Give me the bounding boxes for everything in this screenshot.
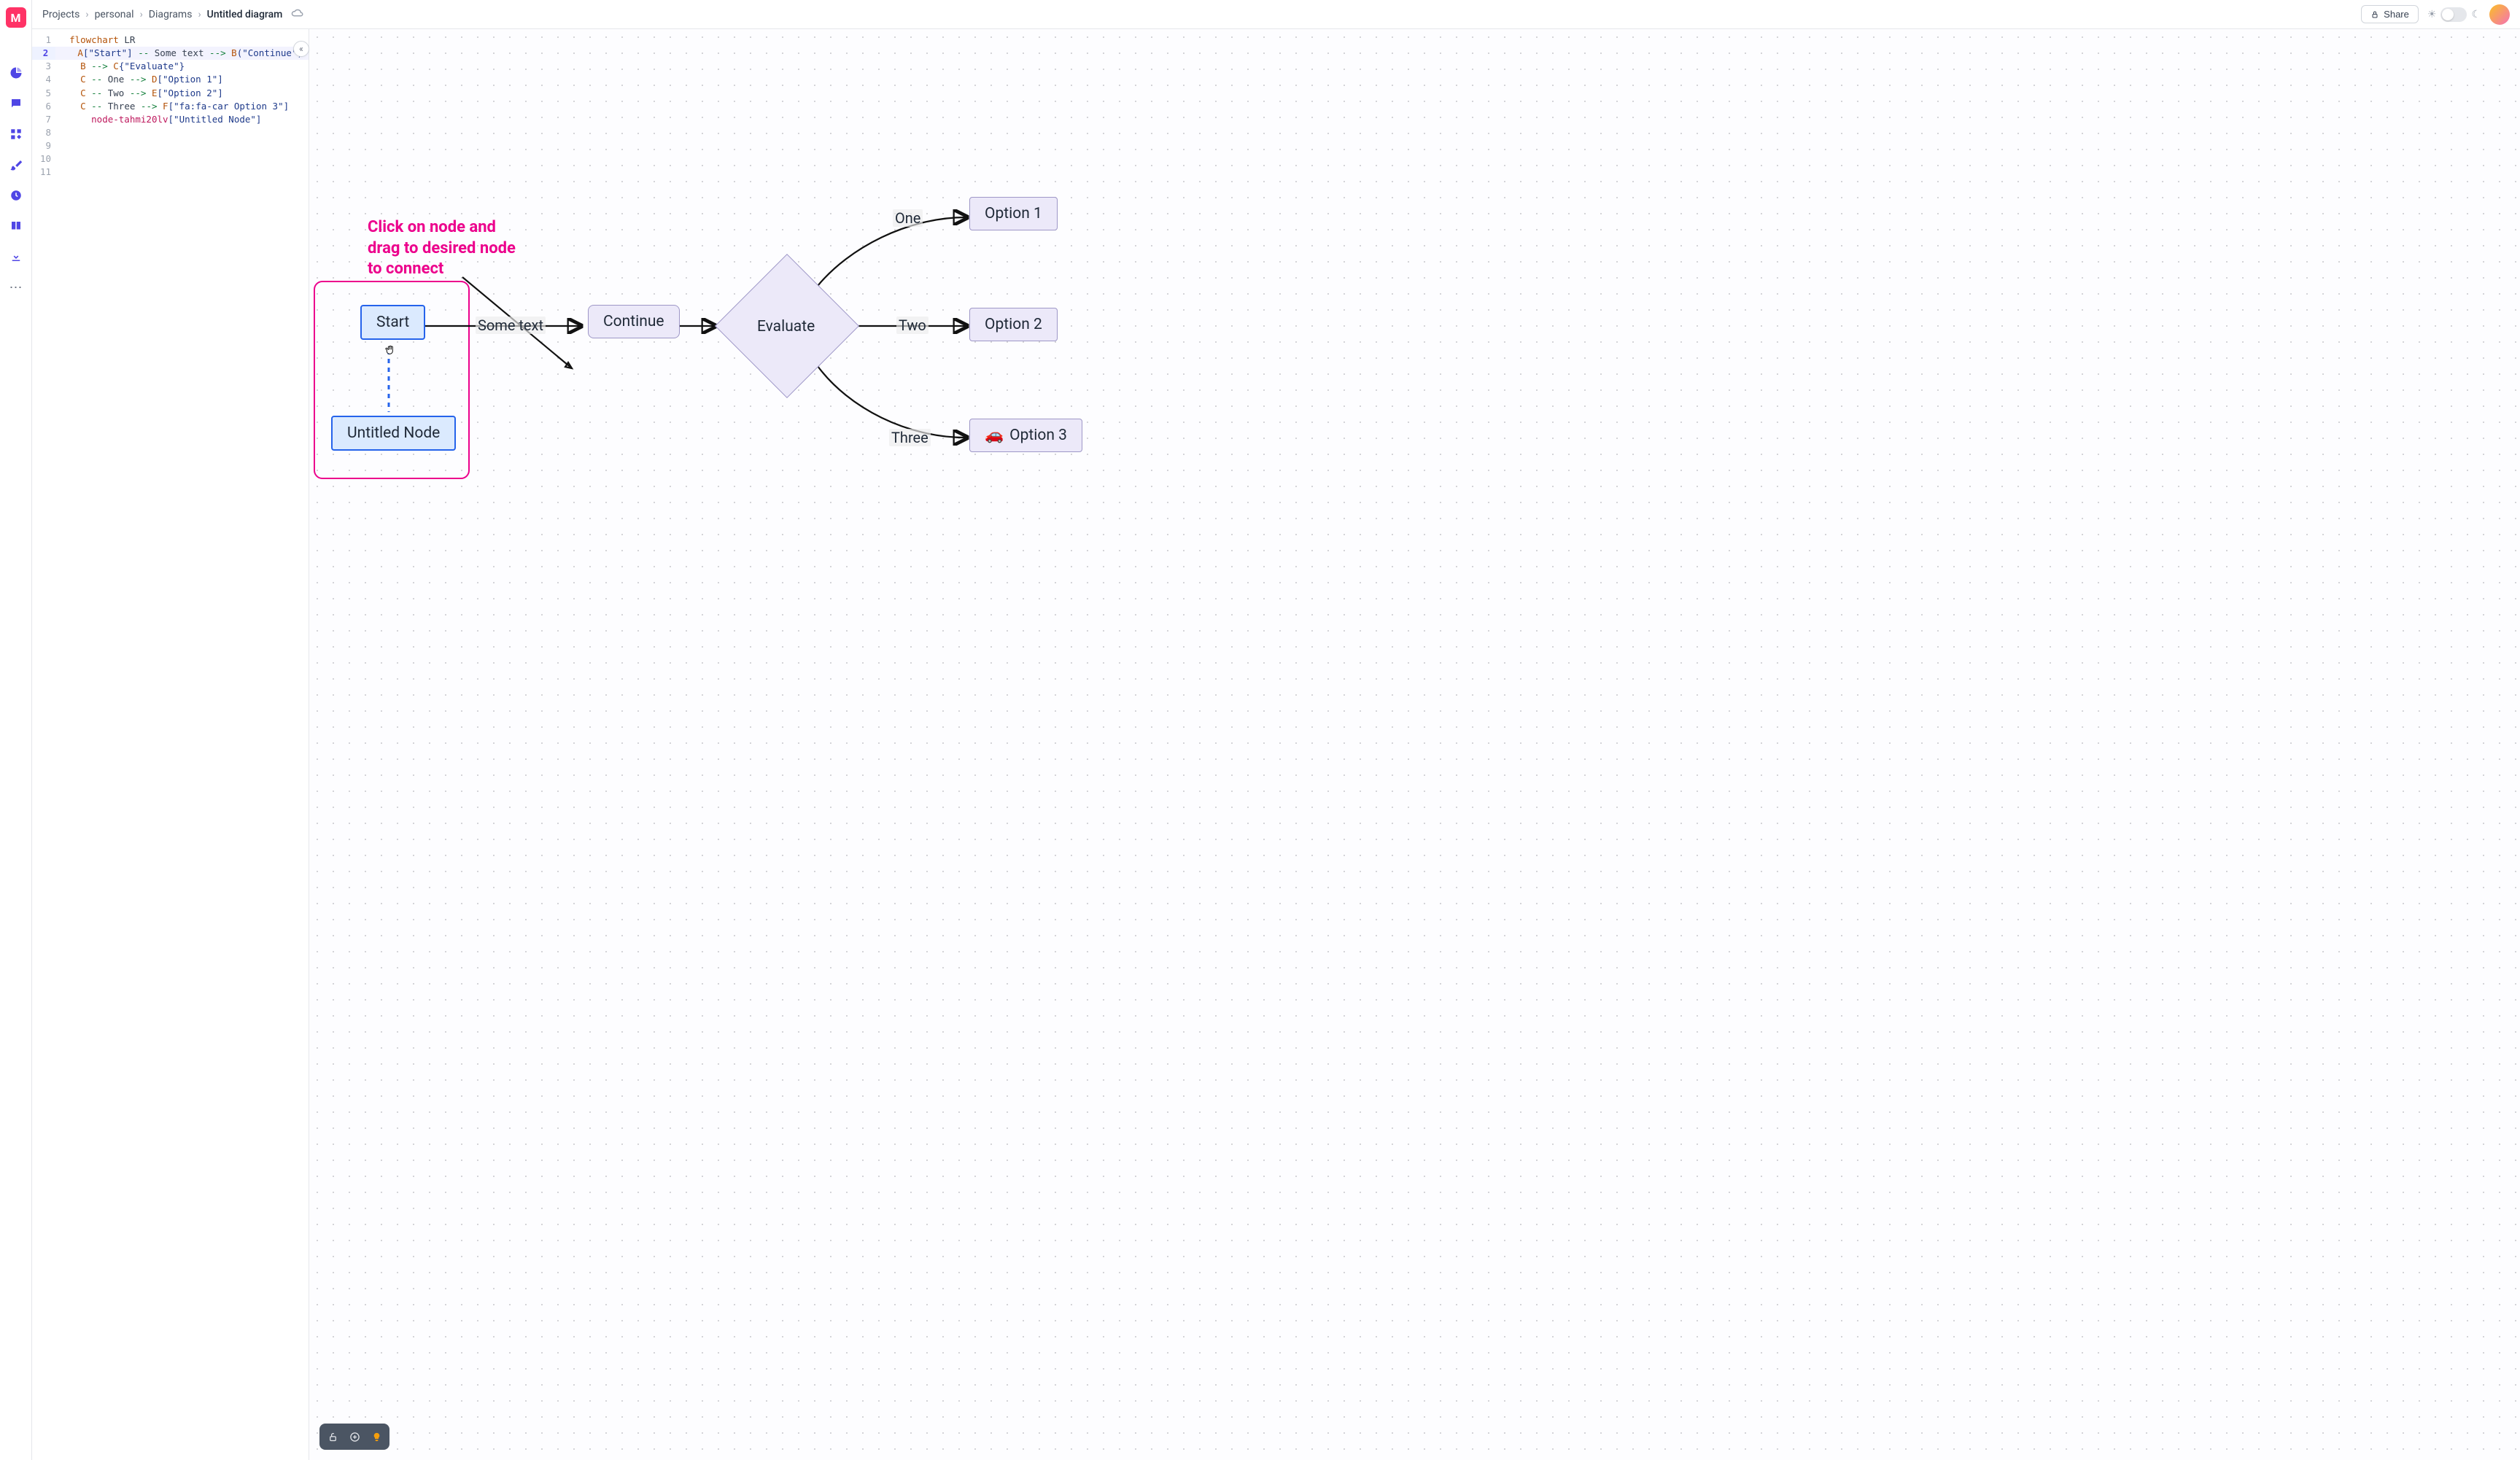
edge-label: Some text (476, 317, 546, 334)
line-number: 5 (32, 87, 58, 100)
node-untitled[interactable]: Untitled Node (331, 416, 456, 451)
unlock-button[interactable] (322, 1426, 343, 1447)
breadcrumb-item-current[interactable]: Untitled diagram (207, 9, 283, 20)
user-avatar[interactable] (2489, 4, 2510, 25)
node-label: Untitled Node (347, 424, 440, 442)
code-line[interactable]: 1 flowchart LR (32, 34, 309, 47)
code-line-body (58, 139, 309, 152)
line-number: 1 (32, 34, 58, 47)
theme-toggle[interactable] (2440, 7, 2467, 22)
line-number: 7 (32, 113, 58, 126)
line-number: 8 (32, 126, 58, 139)
widgets-icon[interactable] (9, 127, 23, 141)
breadcrumb-item[interactable]: Diagrams (149, 9, 193, 20)
code-line[interactable]: 11 (32, 166, 309, 179)
node-label: Evaluate (757, 318, 815, 335)
cursor-grab-icon (384, 344, 398, 357)
hint-annotation: Click on node and drag to desired node t… (368, 217, 535, 280)
code-line-body: C -- Two --> E["Option 2"] (58, 87, 309, 100)
code-line[interactable]: 5 C -- Two --> E["Option 2"] (32, 87, 309, 100)
node-continue[interactable]: Continue (588, 305, 680, 338)
cloud-sync-icon[interactable] (291, 7, 304, 21)
code-line[interactable]: 8 (32, 126, 309, 139)
line-number: 6 (32, 100, 58, 113)
sun-icon: ☀ (2427, 9, 2437, 20)
lock-icon (2370, 10, 2379, 19)
node-label: Continue (603, 313, 664, 330)
code-line[interactable]: 9 (32, 139, 309, 152)
add-button[interactable] (344, 1426, 365, 1447)
line-number: 4 (32, 73, 58, 86)
edge-layer (309, 29, 2520, 1460)
code-line[interactable]: 7 node-tahmi20lv["Untitled Node"] (32, 113, 309, 126)
node-label: Option 2 (985, 316, 1042, 333)
chevron-right-icon: › (198, 9, 201, 20)
car-icon: 🚗 (985, 427, 1004, 444)
node-option-1[interactable]: Option 1 (969, 197, 1058, 230)
code-line-body: node-tahmi20lv["Untitled Node"] (58, 113, 309, 126)
code-line[interactable]: 6 C -- Three --> F["fa:fa-car Option 3"] (32, 100, 309, 113)
breadcrumb-item[interactable]: Projects (42, 9, 80, 20)
chat-icon[interactable] (9, 96, 23, 111)
code-editor-pane: 1 flowchart LR2 A["Start"] -- Some text … (32, 29, 309, 1460)
left-rail: M ⋯ (0, 0, 32, 1460)
code-editor[interactable]: 1 flowchart LR2 A["Start"] -- Some text … (32, 29, 309, 183)
code-line-body: B --> C{"Evaluate"} (58, 60, 309, 73)
code-line-body: C -- Three --> F["fa:fa-car Option 3"] (58, 100, 309, 113)
book-icon[interactable] (9, 219, 23, 233)
canvas-toolbar (319, 1424, 389, 1450)
node-label: Option 1 (985, 205, 1042, 222)
edge-label: One (893, 209, 923, 227)
top-bar: Projects › personal › Diagrams › Untitle… (32, 0, 2520, 29)
pie-chart-icon[interactable] (9, 66, 23, 80)
breadcrumb-item[interactable]: personal (95, 9, 134, 20)
moon-icon: ☾ (2471, 9, 2481, 20)
code-line-body (58, 166, 309, 179)
code-line-body: A["Start"] -- Some text --> B("Continue"… (55, 47, 309, 60)
node-label: Start (376, 314, 409, 331)
share-button-label: Share (2384, 9, 2409, 20)
more-icon[interactable]: ⋯ (9, 280, 23, 295)
chevron-right-icon: › (85, 9, 88, 20)
node-label: Option 3 (1009, 427, 1067, 444)
edge-label: Two (896, 317, 928, 334)
code-line-body: flowchart LR (58, 34, 309, 47)
collapse-pane-button[interactable]: « (293, 41, 309, 57)
clock-icon[interactable] (9, 188, 23, 203)
code-line[interactable]: 2 A["Start"] -- Some text --> B("Continu… (32, 47, 309, 60)
line-number: 9 (32, 139, 58, 152)
edge-label: Three (889, 429, 931, 446)
line-number: 2 (32, 47, 55, 60)
code-line[interactable]: 4 C -- One --> D["Option 1"] (32, 73, 309, 86)
diagram-canvas[interactable]: Click on node and drag to desired node t… (309, 29, 2520, 1460)
node-option-3[interactable]: 🚗 Option 3 (969, 419, 1082, 452)
chevron-right-icon: › (140, 9, 143, 20)
app-logo[interactable]: M (6, 7, 26, 28)
line-number: 11 (32, 166, 58, 179)
code-line[interactable]: 3 B --> C{"Evaluate"} (32, 60, 309, 73)
code-line-body (58, 126, 309, 139)
hint-button[interactable] (366, 1426, 387, 1447)
line-number: 3 (32, 60, 58, 73)
node-start[interactable]: Start (360, 305, 425, 340)
download-icon[interactable] (9, 249, 23, 264)
code-line-body: C -- One --> D["Option 1"] (58, 73, 309, 86)
brush-icon[interactable] (9, 158, 23, 172)
share-button[interactable]: Share (2361, 5, 2419, 23)
code-line-body (58, 152, 309, 166)
node-option-2[interactable]: Option 2 (969, 308, 1058, 341)
line-number: 10 (32, 152, 58, 166)
code-line[interactable]: 10 (32, 152, 309, 166)
